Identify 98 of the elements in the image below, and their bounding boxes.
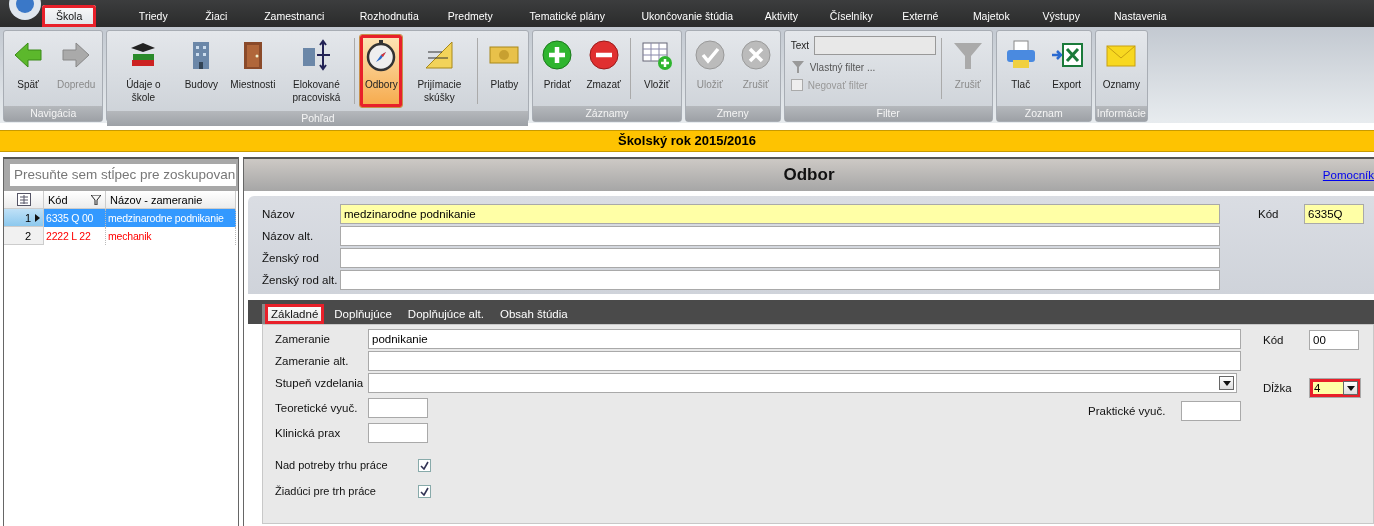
ribbon-button[interactable]: Údaje o škole [109, 34, 178, 108]
check-circle-icon [692, 38, 727, 72]
dropdown[interactable] [368, 373, 1237, 393]
input-field[interactable] [1181, 401, 1241, 421]
menu-tab[interactable]: Výstupy [1042, 5, 1080, 27]
field-label: Zameranie [275, 333, 331, 345]
checkbox[interactable] [418, 484, 431, 498]
menu-tab[interactable]: Žiaci [205, 5, 228, 27]
form-title: Odbor [783, 165, 835, 185]
menu-tab[interactable]: Aktivity [764, 5, 798, 27]
group-by-panel: Presuňte sem stĺpec pre zoskupovan [10, 164, 236, 186]
menu-tab[interactable]: Rozhodnutia [359, 5, 419, 27]
menu-tab[interactable]: Nastavenia [1114, 5, 1167, 27]
table-cell: mechanik [106, 227, 236, 245]
input-field[interactable]: medzinarodne podnikanie [340, 204, 1220, 224]
field-label: Názov [262, 208, 296, 220]
checkbox-label: Negovať filter [807, 79, 868, 91]
table-cell: 6335 Q 00 [44, 209, 106, 227]
field-label: Dĺžka [1263, 382, 1293, 394]
input-field[interactable] [340, 248, 1220, 268]
field-label: Názov alt. [262, 230, 315, 242]
filter-text-field[interactable] [814, 36, 937, 55]
field-label: Kód [1258, 208, 1280, 220]
row-number: 2 [4, 227, 44, 245]
ribbon-button[interactable]: Pridať [535, 34, 580, 103]
checkbox[interactable] [418, 458, 431, 472]
ribbon-button[interactable]: Prijímacie skúšky [405, 34, 474, 108]
group-title: Zoznam [996, 106, 1091, 121]
row-number: 1 [4, 209, 44, 227]
ribbon-button[interactable]: Miestnosti [225, 34, 281, 108]
form-tab[interactable]: Doplňujúce alt. [401, 304, 490, 324]
caret-icon [1346, 385, 1355, 391]
app-orb-icon [8, 0, 42, 22]
input-field[interactable] [340, 226, 1220, 246]
group-title: Záznamy [533, 106, 681, 121]
menu-tab[interactable]: Zamestnanci [264, 5, 325, 27]
menu-tab[interactable]: Škola [42, 5, 97, 27]
input-field[interactable]: podnikanie [368, 329, 1241, 349]
ribbon-button[interactable]: Späť [6, 34, 50, 103]
group-title: Zmeny [685, 106, 780, 121]
dropdown[interactable]: 4 [1309, 378, 1361, 398]
minus-circle-icon [586, 38, 621, 72]
checkbox-label: Žiadúci pre trh práce [275, 485, 377, 497]
field-label: Teoretické vyuč. [275, 402, 359, 414]
ribbon-button[interactable]: Zmazať [581, 34, 626, 103]
form-tab[interactable]: Obsah štúdia [493, 304, 574, 324]
ribbon-button[interactable]: Vložiť [634, 34, 679, 103]
input-field[interactable]: 6335Q [1304, 204, 1364, 224]
group-title: Filter [784, 106, 992, 121]
group-title: Informácie [1095, 106, 1147, 121]
field-label: Zameranie alt. [275, 355, 350, 367]
field-label: Stupeň vzdelania [275, 377, 365, 389]
column-header: Kód [48, 193, 68, 206]
ribbon-button[interactable]: Platby [482, 34, 527, 108]
menu-tab[interactable]: Číselníky [829, 5, 873, 27]
plus-circle-icon [540, 38, 575, 72]
field-label: Klinická prax [275, 427, 342, 439]
field-label: Text [790, 40, 810, 51]
ribbon-button[interactable]: Oznamy [1097, 34, 1145, 103]
column-header: Názov - zameranie [110, 193, 203, 206]
school-year-banner: Školský rok 2015/2016 [0, 130, 1374, 152]
help-link[interactable]: Pomocník [1322, 169, 1374, 181]
input-field[interactable] [340, 270, 1220, 290]
input-field[interactable] [368, 398, 428, 418]
menu-tab[interactable]: Externé [902, 5, 939, 27]
field-label: Ženský rod alt. [262, 274, 339, 286]
field-label: Praktické vyuč. [1088, 405, 1167, 417]
table-cell: 2222 L 22 [44, 227, 106, 245]
field-label: Kód [1263, 334, 1285, 346]
filter-icon[interactable] [91, 194, 101, 205]
column-chooser-icon[interactable] [16, 193, 31, 206]
checkbox-label: Nad potreby trhu práce [275, 459, 389, 471]
table-cell: medzinarodne podnikanie [106, 209, 236, 227]
ribbon-button[interactable]: Odbory [359, 34, 404, 108]
check-icon [420, 460, 429, 470]
x-circle-icon [738, 38, 773, 72]
input-field[interactable] [368, 423, 428, 443]
menu-tab[interactable]: Majetok [972, 5, 1010, 27]
custom-filter-item[interactable]: Vlastný filter ... [790, 60, 933, 74]
funnel-icon [790, 60, 805, 74]
caret-icon [1222, 380, 1231, 386]
form-tab[interactable]: Doplňujúce [328, 304, 398, 324]
input-field[interactable]: 00 [1309, 330, 1359, 350]
group-title: Pohľad [107, 111, 529, 126]
ribbon-button[interactable]: Budovy [179, 34, 224, 108]
ribbon-button[interactable]: Tlač [998, 34, 1043, 103]
input-field[interactable] [368, 351, 1241, 371]
menu-tab[interactable]: Predmety [447, 5, 493, 27]
menu-tab[interactable]: Ukončovanie štúdia [641, 5, 734, 27]
group-title: Navigácia [4, 106, 103, 121]
field-label: Ženský rod [262, 252, 320, 264]
menu-tab[interactable]: Triedy [138, 5, 168, 27]
form-tab[interactable]: Základné [262, 304, 325, 324]
menu-tab[interactable]: Tematické plány [529, 5, 605, 27]
ribbon-button[interactable]: Elokované pracoviská [282, 34, 351, 108]
current-row-icon [35, 213, 40, 222]
ribbon-button[interactable]: Export [1044, 34, 1089, 103]
check-icon [420, 486, 429, 496]
